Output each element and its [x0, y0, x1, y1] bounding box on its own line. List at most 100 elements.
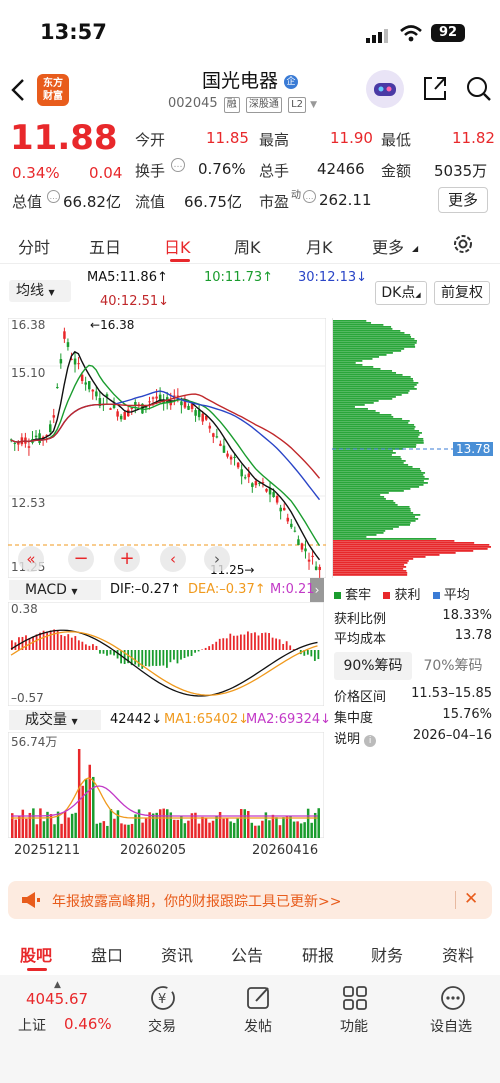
functions-icon[interactable] — [342, 985, 368, 1015]
search-icon[interactable] — [466, 76, 492, 106]
nav-trade[interactable]: 交易 — [148, 1016, 176, 1036]
macd-bar — [49, 630, 52, 650]
profit-swatch — [383, 592, 391, 599]
chip-90-button[interactable]: 90%筹码 — [334, 652, 412, 680]
volume-bar — [183, 823, 187, 838]
chip-bar — [333, 570, 407, 572]
share-icon[interactable] — [422, 74, 448, 106]
volume-bar — [130, 823, 134, 838]
chip-bar — [333, 372, 397, 374]
zoom-out-icon[interactable]: − — [68, 546, 94, 572]
volume-label: 总手 — [259, 162, 290, 180]
macd-bar — [208, 646, 211, 650]
candle-body — [95, 391, 98, 397]
info-icon[interactable]: i — [364, 735, 377, 747]
tab-announcements[interactable]: 公告 — [231, 942, 263, 966]
tab-day-k[interactable]: 日K — [164, 234, 191, 258]
chip-bar — [333, 574, 408, 576]
chip-bar — [333, 486, 420, 488]
chip-bar — [333, 424, 415, 426]
tab-profile[interactable]: 资料 — [442, 942, 474, 966]
nav-functions[interactable]: 功能 — [340, 1016, 368, 1036]
price-range-label: 价格区间 — [334, 690, 387, 705]
tab-orderbook[interactable]: 盘口 — [91, 942, 123, 966]
date-end: 20260416 — [252, 843, 319, 858]
chip-bar — [333, 378, 413, 380]
chip-bar — [333, 514, 421, 516]
chip-70-button[interactable]: 70%筹码 — [414, 652, 492, 680]
volume-bar — [95, 823, 99, 838]
date-mid: 20260205 — [120, 843, 187, 858]
candle-body — [109, 408, 112, 410]
volume-select[interactable]: 成交量 ▼ — [9, 710, 101, 730]
chip-bar — [333, 358, 373, 360]
candle-body — [116, 411, 119, 417]
caret-down-icon: ▼ — [71, 587, 78, 596]
candle-body — [63, 331, 66, 339]
candle-body — [52, 415, 56, 418]
chip-bar — [333, 534, 377, 536]
volume-bar — [317, 808, 320, 838]
candle-body — [229, 456, 233, 460]
volume-bar — [306, 808, 310, 838]
tab-finance[interactable]: 财务 — [371, 942, 403, 966]
tab-research[interactable]: 研报 — [302, 942, 334, 966]
tab-minute[interactable]: 分时 — [18, 234, 50, 258]
chip-bar — [333, 478, 429, 480]
tab-month-k[interactable]: 月K — [306, 234, 333, 258]
robot-avatar-icon[interactable] — [366, 70, 404, 108]
notice-banner[interactable]: 年报披露高峰期，你的财报跟踪工具已更新>> ✕ — [8, 881, 492, 919]
macd-bar — [148, 650, 151, 667]
tab-more[interactable]: 更多 — [372, 234, 404, 258]
chip-bar — [333, 326, 392, 328]
info-icon[interactable]: … — [47, 190, 60, 203]
post-icon[interactable] — [246, 985, 272, 1015]
volume-bar — [173, 819, 176, 838]
chip-bar — [333, 508, 411, 510]
legend-trapped: 套牢 — [345, 588, 372, 603]
nav-watchlist[interactable]: 设自选 — [430, 1016, 472, 1036]
more-button[interactable]: 更多 — [438, 187, 488, 213]
chip-bar — [333, 466, 413, 468]
macd-bar — [60, 634, 63, 650]
settings-gear-icon[interactable] — [452, 233, 474, 259]
kline-chart[interactable] — [8, 318, 326, 578]
tab-week-k[interactable]: 周K — [234, 234, 261, 258]
macd-bar — [278, 639, 281, 650]
caret-down-icon: ▼ — [71, 717, 78, 726]
volume-bar — [99, 822, 102, 838]
macd-select[interactable]: MACD ▼ — [9, 580, 101, 600]
chip-bar — [333, 364, 363, 366]
macd-bar — [53, 629, 56, 650]
scroll-left-fast-icon[interactable]: « — [18, 546, 44, 572]
float-cap-label: 流值 — [135, 193, 166, 211]
chart-controls: « − + ‹ › — [12, 546, 312, 572]
avg-cost-label: 平均成本 — [334, 632, 387, 647]
watchlist-icon[interactable] — [440, 985, 466, 1015]
tab-5day[interactable]: 五日 — [89, 234, 121, 258]
tab-forum[interactable]: 股吧 — [20, 942, 52, 966]
volume-bar — [127, 824, 130, 838]
info-icon[interactable]: … — [171, 158, 185, 172]
indicator-select[interactable]: 均线 ▼ — [9, 280, 71, 302]
chip-bar — [333, 550, 474, 552]
trade-icon[interactable]: ¥ — [150, 985, 176, 1015]
chip-bar — [333, 342, 417, 344]
zoom-in-icon[interactable]: + — [114, 546, 140, 572]
chip-bar — [333, 488, 411, 490]
chip-bar — [333, 520, 416, 522]
tab-news[interactable]: 资讯 — [161, 942, 193, 966]
adjust-button[interactable]: 前复权 — [434, 281, 490, 305]
nav-post[interactable]: 发帖 — [244, 1016, 272, 1036]
scroll-right-icon[interactable]: › — [204, 546, 230, 572]
macd-bar — [285, 641, 288, 650]
scroll-left-icon[interactable]: ‹ — [160, 546, 186, 572]
close-icon[interactable]: ✕ — [464, 889, 478, 909]
chevron-down-icon[interactable]: ▼ — [310, 100, 317, 110]
macd-bar — [261, 633, 263, 650]
volume-bar — [77, 749, 81, 838]
info-icon[interactable]: … — [303, 190, 316, 203]
dk-point-button[interactable]: DK点◢ — [375, 281, 427, 305]
macd-bar — [310, 650, 313, 657]
volume-current: 42442↓ — [110, 712, 163, 727]
